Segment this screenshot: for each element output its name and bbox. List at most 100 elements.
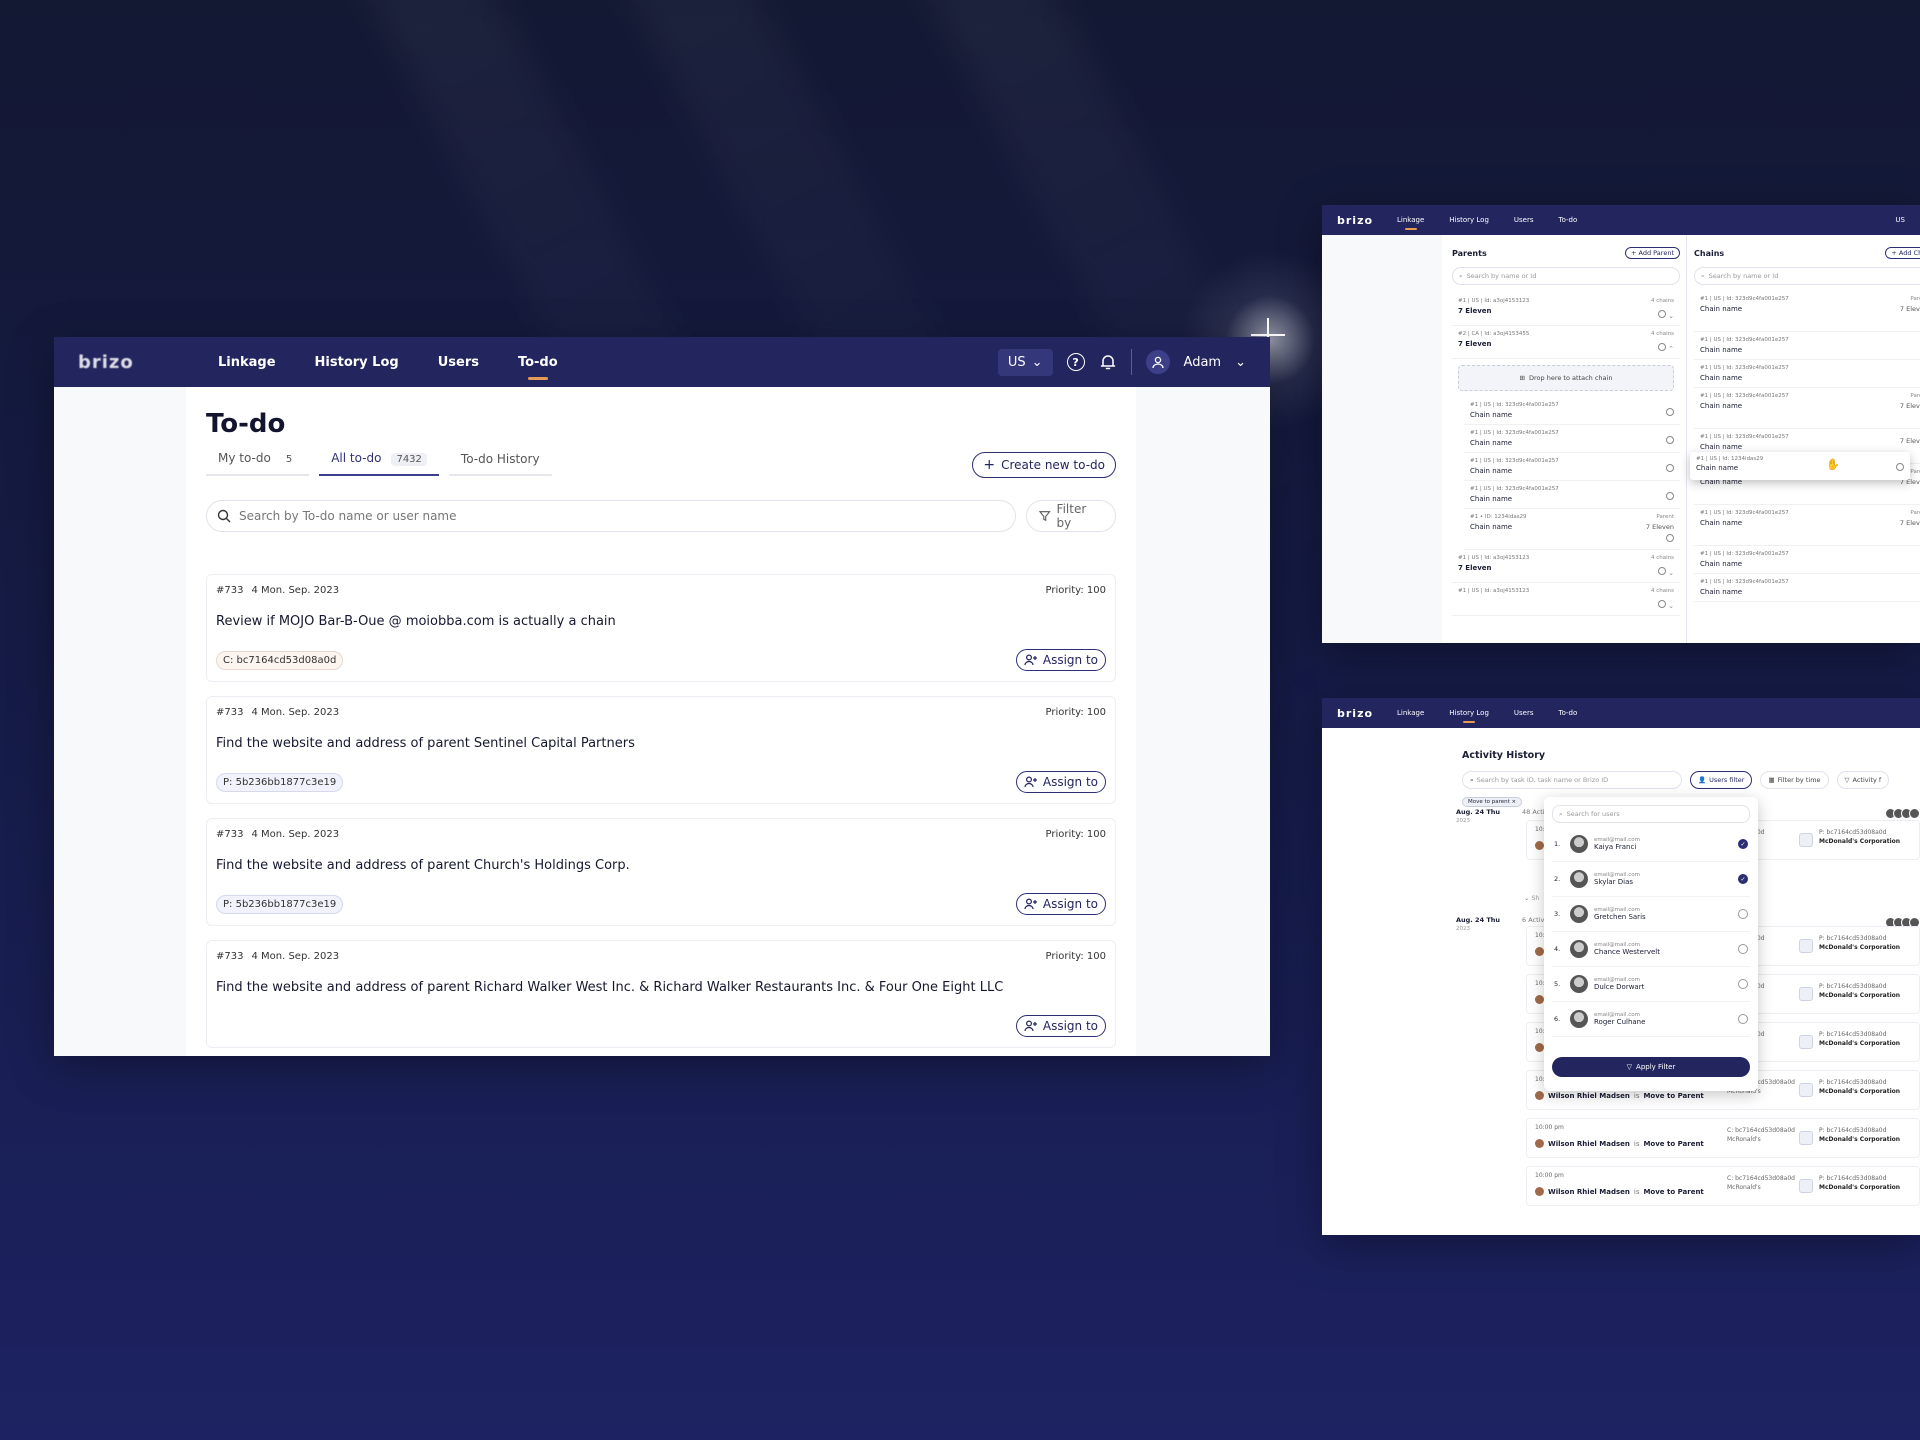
- folder-icon[interactable]: [1799, 1179, 1813, 1193]
- info-icon[interactable]: [1657, 567, 1666, 575]
- assign-button[interactable]: Assign to: [1015, 771, 1106, 793]
- user-option[interactable]: 6. email@mail.com Roger Culhane: [1552, 1002, 1750, 1037]
- assign-button[interactable]: Assign to: [1015, 893, 1106, 915]
- avatar[interactable]: [1145, 350, 1170, 374]
- tab-all-todo[interactable]: All to-do 7432: [319, 451, 439, 476]
- unchecked-radio[interactable]: [1738, 909, 1748, 919]
- activity-filter-button[interactable]: ▽ Activity f: [1836, 771, 1890, 789]
- folder-icon[interactable]: [1799, 1083, 1813, 1097]
- info-icon[interactable]: [1666, 492, 1674, 500]
- chain-row[interactable]: #1 | US | Id: 323d9c4fa001e257 Chain name: [1694, 360, 1920, 388]
- info-icon[interactable]: [1666, 464, 1674, 472]
- chevron-down-icon[interactable]: ⌄: [1666, 569, 1674, 577]
- time-filter-button[interactable]: ▦ Filter by time: [1760, 771, 1829, 789]
- nav-users[interactable]: Users: [1514, 216, 1534, 224]
- activity-row[interactable]: 10:00 pm Wilson Rhiel Madsen is Move to P…: [1526, 1118, 1920, 1158]
- show-more-toggle[interactable]: ⌄ Sh: [1524, 894, 1539, 902]
- chain-row[interactable]: #1 | US | Id: 323d9c4fa001e257 Chain name…: [1694, 388, 1920, 429]
- folder-icon[interactable]: [1799, 939, 1813, 953]
- info-icon[interactable]: [1666, 408, 1674, 416]
- drop-zone[interactable]: ⊞ Drop here to attach chain: [1458, 365, 1674, 391]
- todo-card[interactable]: #733 4 Mon. Sep. 2023 Priority: 100 Find th…: [206, 818, 1116, 926]
- chain-row[interactable]: #1 | US | Id: 323d9c4fa001e257 Chain name: [1694, 574, 1920, 602]
- close-icon[interactable]: ×: [1512, 799, 1517, 805]
- user-option[interactable]: 3. email@mail.com Gretchen Saris: [1552, 897, 1750, 932]
- unchecked-radio[interactable]: [1738, 1014, 1748, 1024]
- apply-filter-button[interactable]: ▽ Apply Filter: [1552, 1057, 1750, 1077]
- chain-row[interactable]: #1 | US | Id: 323d9c4fa001e257 Chain name: [1464, 397, 1680, 425]
- chains-search-input[interactable]: ⌕ Search by name or Id: [1694, 267, 1920, 285]
- brand-logo[interactable]: brizo: [78, 352, 218, 373]
- user-option[interactable]: 1. email@mail.com Kaiya Franci ✓: [1552, 827, 1750, 862]
- user-option[interactable]: 2. email@mail.com Skylar Dias ✓: [1552, 862, 1750, 897]
- info-icon[interactable]: [1666, 534, 1674, 542]
- user-search-input[interactable]: ⌕ Search for users: [1552, 805, 1750, 823]
- folder-icon[interactable]: [1799, 987, 1813, 1001]
- unchecked-radio[interactable]: [1738, 944, 1748, 954]
- user-name[interactable]: Adam: [1184, 355, 1222, 370]
- assign-button[interactable]: Assign to: [1015, 1015, 1106, 1037]
- create-todo-button[interactable]: + Create new to-do: [972, 452, 1116, 478]
- parent-row[interactable]: #1 | US | Id: a3oj4153123 7 Eleven 4 chain…: [1452, 550, 1680, 583]
- add-parent-button[interactable]: + Add Parent: [1625, 247, 1680, 259]
- filter-button[interactable]: Filter by: [1026, 500, 1116, 532]
- nav-todo[interactable]: To-do: [1559, 216, 1578, 224]
- chain-row[interactable]: #1 | US | Id: 323d9c4fa001e257 Chain name: [1694, 332, 1920, 360]
- chevron-down-icon[interactable]: ⌄: [1666, 312, 1674, 320]
- parents-search-input[interactable]: ⌕ Search by name or Id: [1452, 267, 1680, 285]
- nav-linkage[interactable]: Linkage: [218, 355, 276, 370]
- info-icon[interactable]: [1666, 436, 1674, 444]
- todo-card[interactable]: #733 4 Mon. Sep. 2023 Priority: 100 Find th…: [206, 940, 1116, 1048]
- activity-row[interactable]: 10:00 pm Wilson Rhiel Madsen is Move to P…: [1526, 1166, 1920, 1206]
- nav-history-log[interactable]: History Log: [1449, 709, 1489, 717]
- brand-logo[interactable]: brizo: [1337, 707, 1397, 720]
- chevron-up-icon[interactable]: ⌃: [1666, 345, 1674, 353]
- add-chain-button[interactable]: + Add Chai: [1885, 247, 1920, 259]
- nav-linkage[interactable]: Linkage: [1397, 216, 1424, 224]
- tab-my-todo[interactable]: My to-do 5: [206, 451, 310, 476]
- region-select[interactable]: US ⌄: [997, 348, 1053, 376]
- active-filter-tag[interactable]: Move to parent ×: [1462, 797, 1523, 807]
- folder-icon[interactable]: [1799, 1035, 1813, 1049]
- chain-row[interactable]: #1 | US | Id: 323d9c4fa001e257 Chain name: [1464, 481, 1680, 509]
- chain-row[interactable]: #1 • ID: 1234idas29 Chain name Parent 7 Ele…: [1464, 509, 1680, 550]
- todo-card[interactable]: #733 4 Mon. Sep. 2023 Priority: 100 Review …: [206, 574, 1116, 682]
- info-icon[interactable]: [1896, 463, 1904, 471]
- nav-linkage[interactable]: Linkage: [1397, 709, 1424, 717]
- parent-row[interactable]: #1 | US | Id: a3oj4153123 7 Eleven 4 chain…: [1452, 293, 1680, 326]
- folder-icon[interactable]: [1799, 1131, 1813, 1145]
- info-icon[interactable]: [1657, 343, 1666, 351]
- chain-row[interactable]: #1 | US | Id: 323d9c4fa001e257 Chain name: [1464, 453, 1680, 481]
- nav-users[interactable]: Users: [1514, 709, 1534, 717]
- nav-todo[interactable]: To-do: [518, 355, 558, 370]
- chain-row[interactable]: #1 | US | Id: 323d9c4fa001e257 Chain name…: [1694, 505, 1920, 546]
- checked-icon[interactable]: ✓: [1738, 874, 1748, 884]
- nav-users[interactable]: Users: [438, 355, 479, 370]
- nav-history-log[interactable]: History Log: [1449, 216, 1489, 224]
- bell-icon[interactable]: [1099, 353, 1117, 371]
- assign-button[interactable]: Assign to: [1015, 649, 1106, 671]
- brand-logo[interactable]: brizo: [1337, 214, 1397, 227]
- help-icon[interactable]: ?: [1066, 353, 1085, 371]
- history-search-input[interactable]: ⌕ Search by task ID, task name or Brizo I…: [1462, 771, 1682, 789]
- parent-row[interactable]: #1 | US | Id: a3oj4153123 4 chains ⌄: [1452, 583, 1680, 616]
- region-label[interactable]: US: [1895, 216, 1905, 224]
- dragged-chain-card[interactable]: #1 | US | Id: 1234idas29 Chain name ✋: [1690, 452, 1910, 480]
- folder-icon[interactable]: [1799, 833, 1813, 847]
- todo-card[interactable]: #733 4 Mon. Sep. 2023 Priority: 100 Find th…: [206, 696, 1116, 804]
- chain-row[interactable]: #1 | US | Id: 323d9c4fa001e257 Chain name: [1694, 546, 1920, 574]
- user-option[interactable]: 5. email@mail.com Dulce Dorwart: [1552, 967, 1750, 1002]
- chevron-down-icon[interactable]: ⌄: [1235, 355, 1246, 370]
- parent-row[interactable]: #2 | CA | Id: a3oj4153455 7 Eleven 4 chain…: [1452, 326, 1680, 359]
- chain-row[interactable]: #1 | US | Id: 323d9c4fa001e257 Chain name…: [1694, 291, 1920, 332]
- chevron-down-icon[interactable]: ⌄: [1666, 602, 1674, 610]
- user-option[interactable]: 4. email@mail.com Chance Westervelt: [1552, 932, 1750, 967]
- search-input[interactable]: Search by To-do name or user name: [206, 500, 1016, 532]
- tab-todo-history[interactable]: To-do History: [448, 452, 552, 476]
- checked-icon[interactable]: ✓: [1738, 839, 1748, 849]
- users-filter-button[interactable]: 👤 Users filter: [1690, 771, 1753, 789]
- nav-history-log[interactable]: History Log: [315, 355, 399, 370]
- info-icon[interactable]: [1657, 600, 1666, 608]
- chain-row[interactable]: #1 | US | Id: 323d9c4fa001e257 Chain name: [1464, 425, 1680, 453]
- info-icon[interactable]: [1657, 310, 1666, 318]
